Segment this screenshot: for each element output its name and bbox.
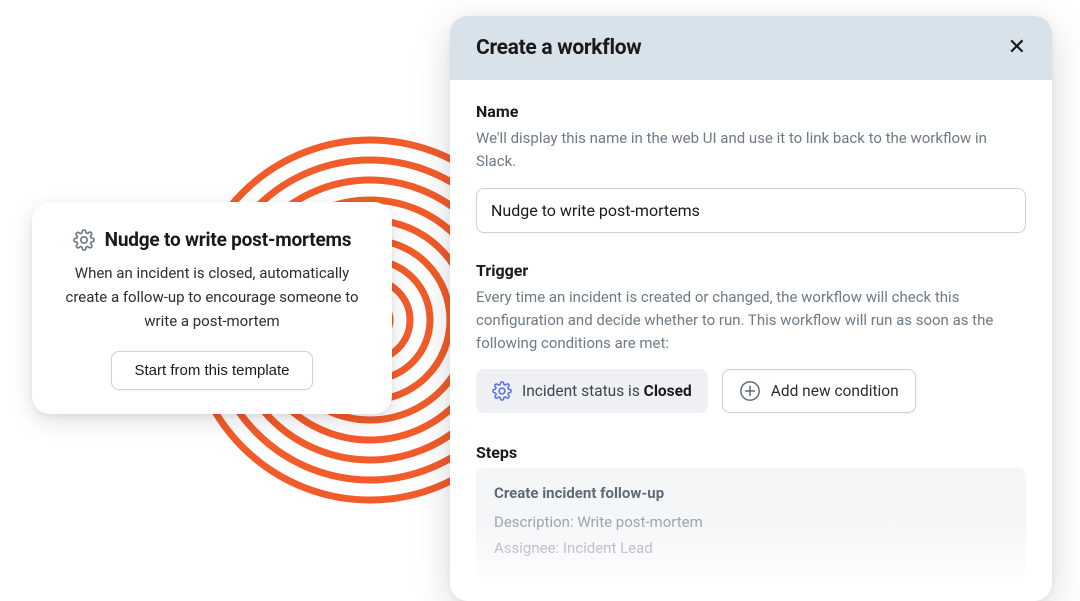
plus-circle-icon [739, 380, 761, 402]
add-condition-button[interactable]: Add new condition [722, 369, 916, 413]
gear-icon [492, 381, 512, 401]
steps-label: Steps [476, 443, 1026, 462]
condition-text: Incident status is Closed [522, 382, 692, 400]
step-description-line: Description: Write post-mortem [494, 510, 1008, 536]
create-workflow-panel: Create a workflow ✕ Name We'll display t… [450, 16, 1052, 601]
step-card[interactable]: Create incident follow-up Description: W… [476, 468, 1026, 577]
step-assignee-line: Assignee: Incident Lead [494, 536, 1008, 562]
step-title: Create incident follow-up [494, 484, 1008, 502]
close-icon[interactable]: ✕ [1008, 37, 1026, 59]
trigger-hint: Every time an incident is created or cha… [476, 286, 1026, 356]
panel-header: Create a workflow ✕ [450, 16, 1052, 80]
start-from-template-button[interactable]: Start from this template [111, 351, 312, 390]
name-hint: We'll display this name in the web UI an… [476, 127, 1026, 174]
workflow-name-input[interactable] [476, 188, 1026, 233]
trigger-label: Trigger [476, 261, 1026, 280]
add-condition-label: Add new condition [771, 382, 899, 400]
template-description: When an incident is closed, automaticall… [54, 261, 370, 333]
gear-icon [73, 229, 95, 251]
panel-title: Create a workflow [476, 36, 641, 60]
template-card: Nudge to write post-mortems When an inci… [32, 202, 392, 414]
template-title: Nudge to write post-mortems [105, 228, 352, 251]
trigger-condition-pill[interactable]: Incident status is Closed [476, 369, 708, 413]
name-label: Name [476, 102, 1026, 121]
